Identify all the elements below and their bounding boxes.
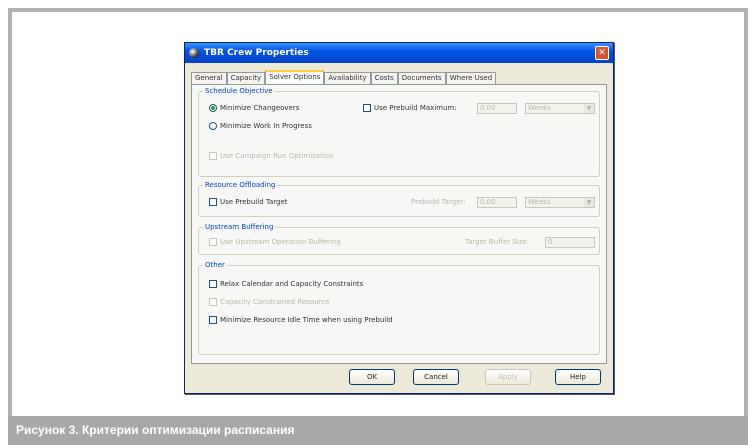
- minimize-changeovers-option[interactable]: Minimize Changeovers: [209, 104, 299, 112]
- tab-capacity[interactable]: Capacity: [226, 72, 266, 84]
- chevron-down-icon: ▼: [584, 198, 594, 207]
- apply-button[interactable]: Apply: [485, 369, 531, 385]
- checkbox[interactable]: [209, 198, 217, 206]
- checkbox[interactable]: [363, 104, 371, 112]
- capacity-constrained-option[interactable]: Capacity Constrained Resource: [209, 298, 329, 306]
- checkbox[interactable]: [209, 280, 217, 288]
- group-label: Schedule Objective: [203, 87, 275, 95]
- figure-caption: Рисунок 3. Критерии оптимизации расписан…: [8, 416, 748, 445]
- prebuild-max-unit-select[interactable]: Weeks ▼: [525, 103, 595, 114]
- prebuild-target-label: Prebuild Target:: [411, 198, 466, 206]
- tab-costs[interactable]: Costs: [370, 72, 398, 84]
- close-button[interactable]: ✕: [595, 46, 609, 60]
- use-upstream-buffering-option[interactable]: Use Upstream Operation Buffering: [209, 238, 341, 246]
- upstream-buffering-group: Upstream Buffering Use Upstream Operatio…: [198, 223, 600, 255]
- option-label: Minimize Work In Progress: [220, 122, 312, 130]
- other-group: Other Relax Calendar and Capacity Constr…: [198, 261, 600, 355]
- tab-availability[interactable]: Availability: [324, 72, 371, 84]
- target-buffer-input[interactable]: 0: [545, 237, 595, 248]
- option-label: Use Upstream Operation Buffering: [220, 238, 341, 246]
- prebuild-target-unit-select[interactable]: Weeks ▼: [525, 197, 595, 208]
- radio-unselected[interactable]: [209, 122, 217, 130]
- properties-dialog: TBR Crew Properties ✕ General Capacity S…: [184, 42, 614, 394]
- help-button[interactable]: Help: [555, 369, 601, 385]
- checkbox[interactable]: [209, 316, 217, 324]
- select-value: Weeks: [528, 104, 551, 112]
- tab-documents[interactable]: Documents: [397, 72, 446, 84]
- relax-calendar-option[interactable]: Relax Calendar and Capacity Constraints: [209, 280, 363, 288]
- close-icon: ✕: [598, 48, 606, 58]
- minimize-idle-option[interactable]: Minimize Resource Idle Time when using P…: [209, 316, 393, 324]
- select-value: Weeks: [528, 198, 551, 206]
- option-label: Use Prebuild Maximum:: [374, 104, 457, 112]
- group-label: Resource Offloading: [203, 181, 278, 189]
- tab-solver-options[interactable]: Solver Options: [265, 70, 325, 85]
- group-label: Upstream Buffering: [203, 223, 276, 231]
- group-label: Other: [203, 261, 227, 269]
- use-prebuild-maximum-option[interactable]: Use Prebuild Maximum:: [363, 104, 457, 112]
- option-label: Use Prebuild Target: [220, 198, 288, 206]
- prebuild-target-input[interactable]: 0.00: [477, 197, 517, 208]
- option-label: Minimize Resource Idle Time when using P…: [220, 316, 393, 324]
- option-label: Use Campaign Run Optimization: [220, 152, 334, 160]
- option-label: Capacity Constrained Resource: [220, 298, 330, 306]
- option-label: Relax Calendar and Capacity Constraints: [220, 280, 364, 288]
- checkbox[interactable]: [209, 298, 217, 306]
- tab-where-used[interactable]: Where Used: [445, 72, 497, 84]
- solver-options-panel: Schedule Objective Minimize Changeovers …: [191, 84, 607, 364]
- chevron-down-icon: ▼: [584, 104, 594, 113]
- tab-strip: General Capacity Solver Options Availabi…: [191, 70, 497, 85]
- target-buffer-label: Target Buffer Size:: [465, 238, 530, 246]
- app-icon: [189, 48, 199, 58]
- title-bar[interactable]: TBR Crew Properties ✕: [185, 43, 613, 63]
- minimize-wip-option[interactable]: Minimize Work In Progress: [209, 122, 312, 130]
- ok-button[interactable]: OK: [349, 369, 395, 385]
- tab-general[interactable]: General: [191, 72, 227, 84]
- radio-selected[interactable]: [209, 104, 217, 112]
- option-label: Minimize Changeovers: [220, 104, 300, 112]
- resource-offloading-group: Resource Offloading Use Prebuild Target …: [198, 181, 600, 217]
- checkbox[interactable]: [209, 152, 217, 160]
- dialog-title: TBR Crew Properties: [204, 48, 309, 58]
- use-campaign-run-option[interactable]: Use Campaign Run Optimization: [209, 152, 334, 160]
- figure-frame: TBR Crew Properties ✕ General Capacity S…: [8, 8, 748, 416]
- prebuild-max-input[interactable]: 0.00: [477, 103, 517, 114]
- checkbox[interactable]: [209, 238, 217, 246]
- use-prebuild-target-option[interactable]: Use Prebuild Target: [209, 198, 288, 206]
- cancel-button[interactable]: Cancel: [413, 369, 459, 385]
- schedule-objective-group: Schedule Objective Minimize Changeovers …: [198, 87, 600, 177]
